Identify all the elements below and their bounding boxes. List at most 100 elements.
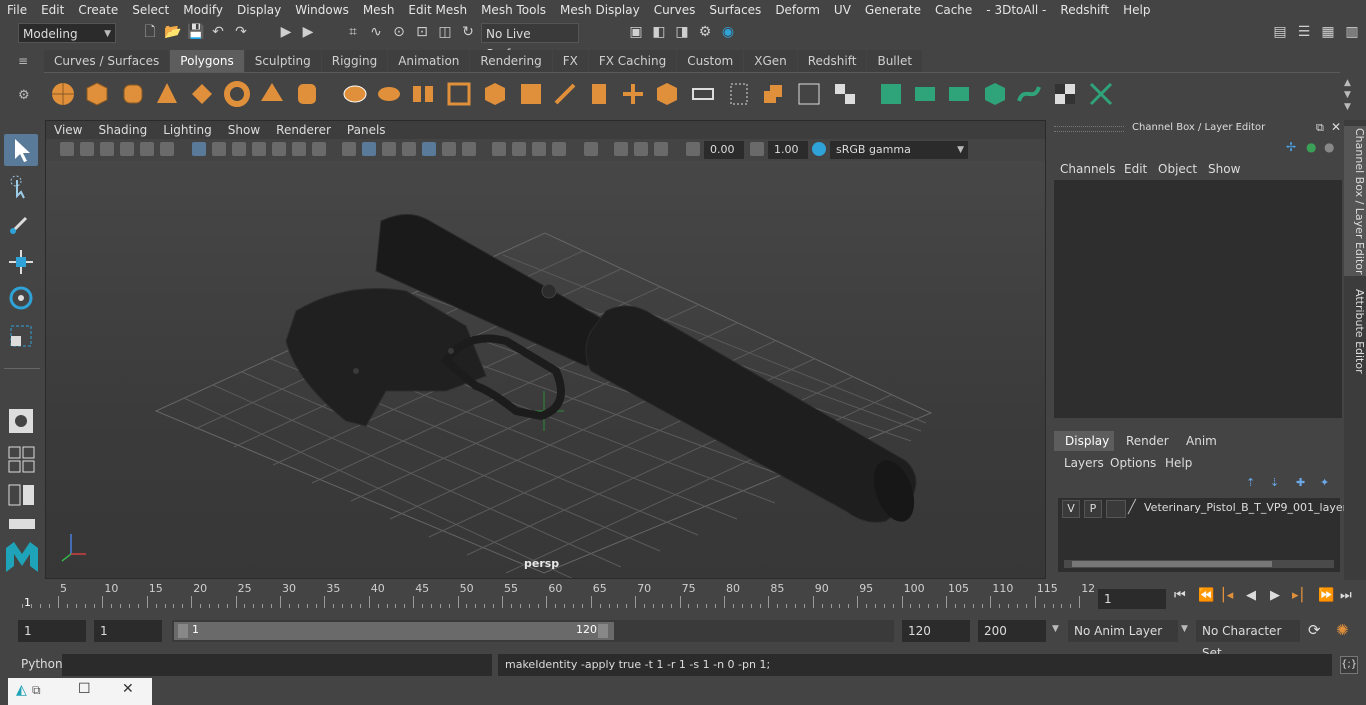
end-time-field[interactable]: 200 [978, 620, 1046, 642]
isolate-select-icon[interactable] [492, 142, 506, 156]
maximize-window-icon[interactable]: ☐ [78, 681, 91, 697]
tab-bullet[interactable]: Bullet [867, 50, 923, 72]
range-slider[interactable]: 1 120 [172, 620, 894, 642]
option-dot-icon[interactable]: ● [1324, 140, 1334, 154]
layer-playback-toggle[interactable]: P [1084, 500, 1102, 518]
merge-icon[interactable] [760, 81, 786, 107]
menu-redshift[interactable]: Redshift [1053, 0, 1116, 20]
undo-icon[interactable]: ↶ [210, 24, 226, 40]
menu-uv[interactable]: UV [827, 0, 858, 20]
layer-scrollbar-thumb[interactable] [1072, 561, 1272, 567]
ambient-occlusion-icon[interactable] [462, 142, 476, 156]
select-tool-button[interactable] [4, 134, 38, 166]
layer-name[interactable]: Veterinary_Pistol_B_T_VP9_001_layer [1144, 501, 1347, 514]
panel-grip[interactable] [1054, 126, 1124, 132]
command-language-toggle[interactable]: Python [21, 657, 63, 671]
multi-cut-icon[interactable] [552, 81, 578, 107]
bookmark-icon[interactable] [100, 142, 114, 156]
channels-menu[interactable]: Channels [1060, 162, 1116, 176]
new-layer-selected-icon[interactable]: ✦ [1320, 476, 1329, 489]
layer-display-type-toggle[interactable] [1106, 500, 1126, 518]
exposure-icon[interactable] [686, 142, 700, 156]
axis-toggle-icon[interactable]: ✢ [1286, 140, 1296, 154]
attribute-editor-icon[interactable]: ▦ [1320, 24, 1336, 40]
anim-layer-dropdown[interactable]: No Anim Layer [1068, 620, 1178, 642]
mode-dropdown[interactable]: Modeling ▼ [18, 23, 116, 43]
pan-zoom-icon[interactable] [654, 142, 668, 156]
menu-file[interactable]: File [0, 0, 34, 20]
menu-create[interactable]: Create [71, 0, 125, 20]
menu-cache[interactable]: Cache [928, 0, 979, 20]
go-to-start-icon[interactable]: ⏮ [1174, 588, 1186, 603]
current-frame-field[interactable]: 1 [1098, 589, 1166, 609]
cb-object-menu[interactable]: Object [1158, 162, 1197, 176]
gamma-field[interactable]: 1.00 [768, 141, 808, 159]
shadows-icon[interactable] [442, 142, 456, 156]
poly-pipe-icon[interactable] [294, 81, 320, 107]
uv-cylindrical-icon[interactable] [912, 81, 938, 107]
camera-attributes-icon[interactable] [80, 142, 94, 156]
insert-edge-loop-icon[interactable] [726, 81, 752, 107]
menu-modify[interactable]: Modify [176, 0, 230, 20]
modeling-toolkit-icon[interactable]: ☰ [1296, 24, 1312, 40]
tab-polygons[interactable]: Polygons [170, 50, 244, 72]
menu-deform[interactable]: Deform [768, 0, 827, 20]
camera-frame-icon[interactable] [584, 142, 598, 156]
viewport-menu-lighting[interactable]: Lighting [155, 121, 220, 139]
move-layer-up-icon[interactable]: ⇡ [1246, 476, 1255, 489]
lighting-icon[interactable] [382, 142, 396, 156]
uv-spherical-icon[interactable] [946, 81, 972, 107]
menu-mesh-tools[interactable]: Mesh Tools [474, 0, 553, 20]
combine-icon[interactable] [342, 81, 368, 107]
menu-edit[interactable]: Edit [34, 0, 71, 20]
grid-icon[interactable] [192, 142, 206, 156]
smooth-icon[interactable] [446, 81, 472, 107]
pivot-icon[interactable] [140, 142, 154, 156]
wireframe-icon[interactable] [342, 142, 356, 156]
workspace-icon[interactable]: ▤ [1272, 24, 1288, 40]
channel-box-icon[interactable]: ▥ [1344, 24, 1360, 40]
anim-preferences-icon[interactable]: ✺ [1336, 621, 1349, 639]
new-layer-icon[interactable]: ✚ [1296, 476, 1305, 489]
move-tool-button[interactable] [4, 246, 38, 278]
colorspace-dropdown[interactable]: sRGB gamma ▼ [830, 141, 968, 159]
viewport-scene[interactable] [46, 161, 1045, 584]
snap-surface-icon[interactable]: ◫ [437, 24, 453, 40]
render-settings-icon[interactable]: ⚙ [697, 24, 713, 40]
menu-mesh[interactable]: Mesh [356, 0, 402, 20]
menu-mesh-display[interactable]: Mesh Display [553, 0, 647, 20]
play-backward-icon[interactable]: ◀ [1246, 588, 1256, 603]
tab-rendering[interactable]: Rendering [470, 50, 552, 72]
layer-help-menu[interactable]: Help [1165, 456, 1192, 470]
layout-side-by-side-icon[interactable] [8, 484, 36, 506]
chevron-down-icon[interactable]: ▼ [1181, 624, 1188, 634]
film-gate-icon[interactable] [212, 142, 226, 156]
collapse-icon[interactable] [796, 81, 822, 107]
cb-show-menu[interactable]: Show [1208, 162, 1240, 176]
viewport-menu-panels[interactable]: Panels [339, 121, 394, 139]
close-window-icon[interactable]: ✕ [122, 681, 134, 697]
playback-end-field[interactable]: 120 [902, 620, 970, 642]
textured-icon[interactable] [402, 142, 416, 156]
snap-point-icon[interactable]: ⊙ [391, 24, 407, 40]
layer-visibility-toggle[interactable]: V [1062, 500, 1080, 518]
smooth-shade-icon[interactable] [362, 142, 376, 156]
menu-edit-mesh[interactable]: Edit Mesh [401, 0, 474, 20]
restore-window-icon[interactable]: ⧉ [32, 683, 41, 698]
layout-single-icon[interactable] [8, 518, 36, 530]
tab-channel-box-side[interactable]: Channel Box / Layer Editor [1344, 126, 1366, 276]
field-chart-icon[interactable] [272, 142, 286, 156]
tab-rigging[interactable]: Rigging [321, 50, 388, 72]
snap-view-icon[interactable]: ⊡ [414, 24, 430, 40]
time-slider[interactable]: 1 5 10 15 20 25 30 35 40 45 50 55 60 65 70 75 80 85 90 95 1… [20, 582, 1095, 612]
tab-redshift[interactable]: Redshift [797, 50, 867, 72]
tab-custom[interactable]: Custom [677, 50, 744, 72]
playback-start-field[interactable]: 1 [94, 620, 162, 642]
layer-scrollbar[interactable] [1064, 560, 1334, 568]
start-time-field[interactable]: 1 [18, 620, 86, 642]
grease-pencil-icon[interactable] [160, 142, 174, 156]
paint-select-tool-button[interactable] [4, 208, 38, 240]
bridge-icon[interactable] [518, 81, 544, 107]
fill-hole-icon[interactable] [654, 81, 680, 107]
show-manipulator-button[interactable] [4, 406, 38, 438]
